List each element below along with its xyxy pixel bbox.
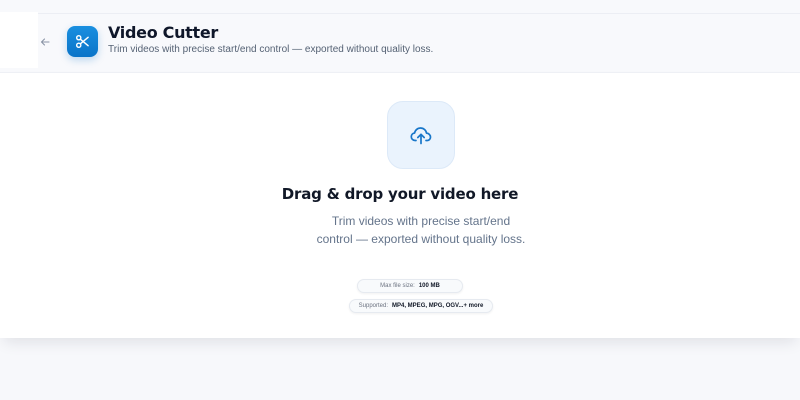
upload-button[interactable] [387, 101, 455, 169]
drop-title: Drag & drop your video here [281, 185, 519, 203]
upload-panel: Drag & drop your video here Trim videos … [0, 72, 800, 338]
page-subtitle: Trim videos with precise start/end contr… [108, 44, 434, 55]
supported-label: Supported: [358, 303, 389, 309]
app-header: Video Cutter Trim videos with precise st… [0, 0, 800, 72]
header-divider [38, 13, 800, 14]
drop-description: Trim videos with precise start/end contr… [316, 214, 526, 246]
max-size-value: 100 MB [418, 283, 440, 289]
supported-value: MP4, MPEG, MPG, OGV...+ more [392, 303, 484, 309]
arrow-left-icon [40, 38, 50, 46]
drop-zone[interactable]: Drag & drop your video here Trim videos … [0, 73, 800, 339]
back-button[interactable] [36, 33, 54, 51]
supported-formats-badge: Supported: MP4, MPEG, MPG, OGV...+ more [349, 299, 493, 313]
max-size-label: Max file size: [380, 283, 415, 289]
cloud-upload-icon [410, 127, 432, 145]
scissors-icon [75, 34, 89, 49]
page-title: Video Cutter [108, 23, 219, 42]
back-strip [0, 12, 38, 68]
app-logo [67, 26, 98, 57]
max-file-size-badge: Max file size: 100 MB [357, 279, 463, 293]
